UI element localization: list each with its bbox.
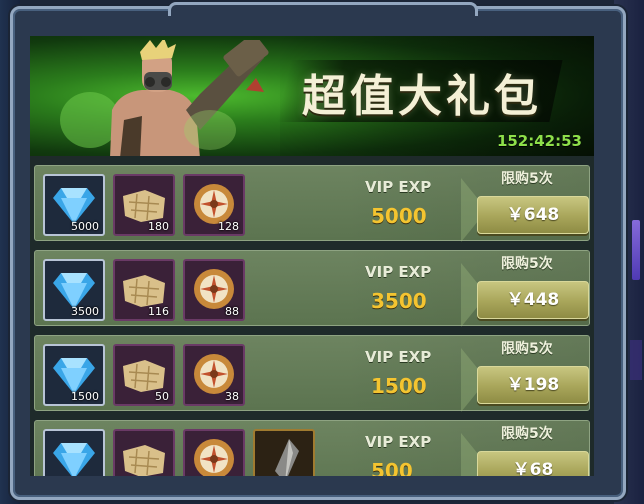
vip-exp-value: 500 [371,459,413,476]
medal-item[interactable]: 38 [183,344,245,406]
medal-item[interactable]: 128 [183,174,245,236]
map-item[interactable]: 180 [113,174,175,236]
buy-button[interactable]: ￥648 [477,196,589,234]
buy-button[interactable]: ￥68 [477,451,589,476]
map-item[interactable] [113,429,175,476]
map-item[interactable]: 50 [113,344,175,406]
item-quantity: 38 [225,390,239,403]
medal-item[interactable]: 88 [183,259,245,321]
purchase-limit: 限购5次 [501,341,553,357]
item-quantity: 180 [148,220,169,233]
side-glow-2 [630,340,642,380]
item-quantity: 50 [155,390,169,403]
purchase-limit: 限购5次 [501,256,553,272]
purchase-limit: 限购5次 [501,171,553,187]
purchase-limit: 限购5次 [501,426,553,442]
vip-exp-value: 3500 [371,289,427,313]
offer-row: 5000 180 128 VIP EXP 5000 限购5次 ￥648 [34,165,590,242]
vip-exp-value: 1500 [371,374,427,398]
vip-exp-label: VIP EXP [365,433,432,451]
buy-button[interactable]: ￥198 [477,366,589,404]
item-quantity: 3500 [71,305,99,318]
vip-exp-label: VIP EXP [365,178,432,196]
crystal-shard-icon [275,439,299,476]
gift-pack-panel: 超值大礼包 152:42:53 5000 180 128 VIP EXP 500… [30,36,594,476]
diamond-icon [53,443,95,476]
item-quantity: 116 [148,305,169,318]
vip-exp-value: 5000 [371,204,427,228]
item-quantity: 88 [225,305,239,318]
diamond-item[interactable] [43,429,105,476]
offer-row: 3500 116 88 VIP EXP 3500 限购5次 ￥448 [34,250,590,327]
offer-row: 1500 50 38 VIP EXP 1500 限购5次 ￥198 [34,335,590,412]
vip-exp-label: VIP EXP [365,263,432,281]
diamond-item[interactable]: 3500 [43,259,105,321]
map-scroll-icon [123,445,165,476]
medal-item[interactable] [183,429,245,476]
map-item[interactable]: 116 [113,259,175,321]
crystal-item[interactable] [253,429,315,476]
banner-title: 超值大礼包 [302,71,542,122]
side-glow [632,220,640,280]
vip-exp-label: VIP EXP [365,348,432,366]
diamond-item[interactable]: 5000 [43,174,105,236]
item-quantity: 128 [218,220,239,233]
offer-row: VIP EXP 500 限购5次 ￥68 [34,420,590,476]
frame-top-tab [168,2,478,16]
banner: 超值大礼包 152:42:53 [30,36,594,156]
buy-button[interactable]: ￥448 [477,281,589,319]
countdown-timer: 152:42:53 [496,132,582,150]
gear-medal-icon [194,439,234,476]
item-quantity: 5000 [71,220,99,233]
item-quantity: 1500 [71,390,99,403]
soldier-character-icon [60,40,269,156]
diamond-item[interactable]: 1500 [43,344,105,406]
